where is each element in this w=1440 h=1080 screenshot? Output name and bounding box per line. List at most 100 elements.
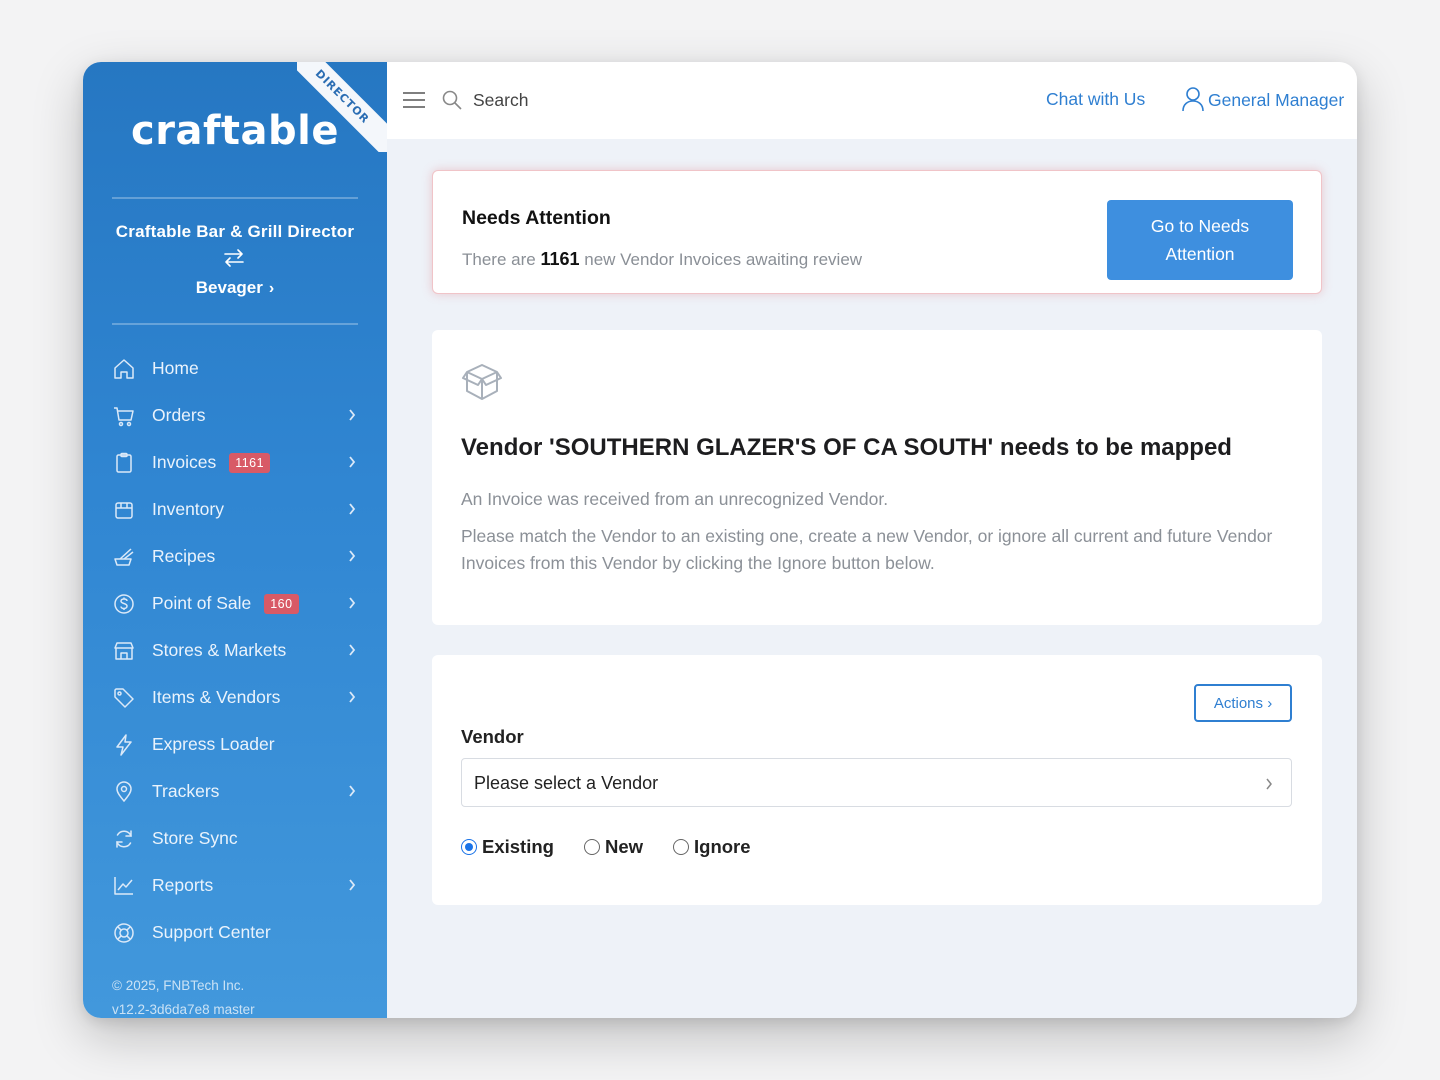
message-suffix: new Vendor Invoices awaiting review: [584, 250, 863, 269]
sidebar-item-label: Orders: [152, 405, 206, 425]
user-menu-link[interactable]: General Manager: [1208, 90, 1344, 111]
cart-icon: [112, 404, 136, 428]
vendor-mapping-card: Vendor 'SOUTHERN GLAZER'S OF CA SOUTH' n…: [432, 330, 1322, 625]
radio-existing-label: Existing: [482, 836, 554, 857]
sidebar-item-reports[interactable]: Reports: [83, 862, 387, 909]
open-box-icon: [462, 364, 502, 400]
radio-existing[interactable]: Existing: [461, 836, 554, 858]
invoice-count: 1161: [540, 249, 580, 269]
chevron-right-icon: [349, 550, 356, 562]
radio-new[interactable]: New: [583, 836, 644, 858]
sidebar-item-home[interactable]: Home: [83, 345, 387, 392]
vendor-mapping-heading: Vendor 'SOUTHERN GLAZER'S OF CA SOUTH' n…: [461, 434, 1232, 461]
sidebar-item-inventory[interactable]: Inventory: [83, 486, 387, 533]
radio-new-label: New: [604, 836, 644, 857]
sidebar-item-express-loader[interactable]: Express Loader: [83, 721, 387, 768]
store-icon: [112, 639, 136, 663]
search-icon: [442, 90, 462, 110]
vendor-mapping-description: An Invoice was received from an unrecogn…: [461, 489, 889, 509]
sidebar-item-label: Trackers: [152, 781, 220, 801]
actions-button-label: Actions: [1213, 694, 1264, 712]
sidebar-item-label: Reports: [152, 875, 214, 895]
inventory-icon: [112, 498, 136, 522]
radio-ignore-label: Ignore: [694, 836, 751, 857]
message-prefix: There are: [462, 250, 536, 269]
craftable-logo[interactable]: craftable: [83, 108, 387, 154]
radio-ignore-input[interactable]: [673, 839, 690, 855]
sync-icon: [112, 827, 136, 851]
needs-attention-message: There are 1161 new Vendor Invoices await…: [462, 249, 862, 270]
chevron-right-icon: [349, 691, 356, 703]
sidebar-item-label: Support Center: [152, 922, 271, 942]
sidebar-item-label: Express Loader: [152, 734, 275, 754]
dollar-icon: [112, 592, 136, 616]
chat-with-us-link[interactable]: Chat with Us: [1046, 89, 1145, 110]
invoices-count-badge: 1161: [229, 452, 271, 473]
chevron-right-icon: [349, 456, 356, 468]
chart-icon: [112, 874, 136, 898]
sidebar-item-label: Inventory: [152, 499, 224, 519]
vendor-mapping-instructions: Please match the Vendor to an existing o…: [461, 526, 1273, 573]
lifebuoy-icon: [112, 921, 136, 945]
organization-sub-label: Bevager: [195, 278, 263, 297]
sidebar-item-label: Stores & Markets: [152, 640, 287, 660]
radio-existing-input[interactable]: [461, 839, 477, 855]
pos-count-badge: 160: [264, 593, 299, 614]
lightning-icon: [112, 733, 136, 757]
sidebar-item-label: Recipes: [152, 546, 216, 566]
sidebar: DIRECTOR craftable Craftable Bar & Grill…: [83, 62, 387, 1018]
location-pin-icon: [112, 780, 136, 804]
top-bar: Chat with Us General Manager: [387, 62, 1357, 139]
search-input[interactable]: [473, 86, 773, 114]
sidebar-item-label: Store Sync: [152, 828, 238, 848]
chevron-right-icon: [349, 597, 356, 609]
sidebar-item-trackers[interactable]: Trackers: [83, 768, 387, 815]
chevron-right-icon: [1266, 778, 1272, 790]
chevron-right-icon: [349, 503, 356, 515]
tag-icon: [112, 686, 136, 710]
version-text: v12.2-3d6da7e8 master: [112, 1002, 255, 1017]
organization-name[interactable]: Craftable Bar & Grill Director: [83, 222, 387, 242]
sidebar-item-items-vendors[interactable]: Items & Vendors: [83, 674, 387, 721]
user-icon[interactable]: [1181, 86, 1205, 112]
chevron-right-icon: [349, 879, 356, 891]
chevron-right-icon: [349, 785, 356, 797]
sidebar-item-label: Invoices: [152, 452, 217, 472]
radio-ignore[interactable]: Ignore: [673, 836, 751, 858]
chevron-right-icon: ›: [1267, 694, 1273, 712]
vendor-mode-radio-group: Existing New Ignore: [461, 836, 781, 858]
vendor-field-label: Vendor: [461, 726, 524, 747]
chevron-right-icon: [349, 644, 356, 656]
vendor-select[interactable]: Please select a Vendor: [461, 758, 1292, 807]
sidebar-divider: [112, 197, 358, 199]
home-icon: [112, 357, 136, 381]
actions-button[interactable]: Actions ›: [1194, 684, 1292, 722]
clipboard-icon: [112, 451, 136, 475]
sidebar-item-label: Point of Sale: [152, 593, 252, 613]
needs-attention-title: Needs Attention: [462, 207, 611, 229]
recipes-icon: [112, 545, 136, 569]
sidebar-item-label: Items & Vendors: [152, 687, 281, 707]
go-to-needs-attention-button[interactable]: Go to Needs Attention: [1107, 200, 1293, 280]
sidebar-item-point-of-sale[interactable]: Point of Sale 160: [83, 580, 387, 627]
vendor-select-value: Please select a Vendor: [474, 773, 659, 793]
hamburger-menu-icon[interactable]: [403, 91, 425, 109]
sidebar-item-support-center[interactable]: Support Center: [83, 909, 387, 956]
sidebar-item-invoices[interactable]: Invoices 1161: [83, 439, 387, 486]
sidebar-item-recipes[interactable]: Recipes: [83, 533, 387, 580]
vendor-form-card: Actions › Vendor Please select a Vendor …: [432, 655, 1322, 905]
copyright-footer: © 2025, FNBTech Inc. v12.2-3d6da7e8 mast…: [112, 974, 255, 1018]
organization-switcher[interactable]: Bevager ›: [83, 278, 387, 298]
radio-new-input[interactable]: [583, 839, 600, 855]
chevron-right-icon: ›: [268, 280, 275, 297]
sidebar-item-store-sync[interactable]: Store Sync: [83, 815, 387, 862]
swap-arrows-icon[interactable]: [221, 248, 247, 268]
sidebar-item-label: Home: [152, 358, 199, 378]
sidebar-item-orders[interactable]: Orders: [83, 392, 387, 439]
copyright-text: © 2025, FNBTech Inc.: [112, 978, 245, 993]
sidebar-divider: [112, 323, 358, 325]
app-window: DIRECTOR craftable Craftable Bar & Grill…: [83, 62, 1357, 1018]
needs-attention-card: Needs Attention There are 1161 new Vendo…: [432, 170, 1322, 294]
sidebar-item-stores-markets[interactable]: Stores & Markets: [83, 627, 387, 674]
chevron-right-icon: [349, 409, 356, 421]
